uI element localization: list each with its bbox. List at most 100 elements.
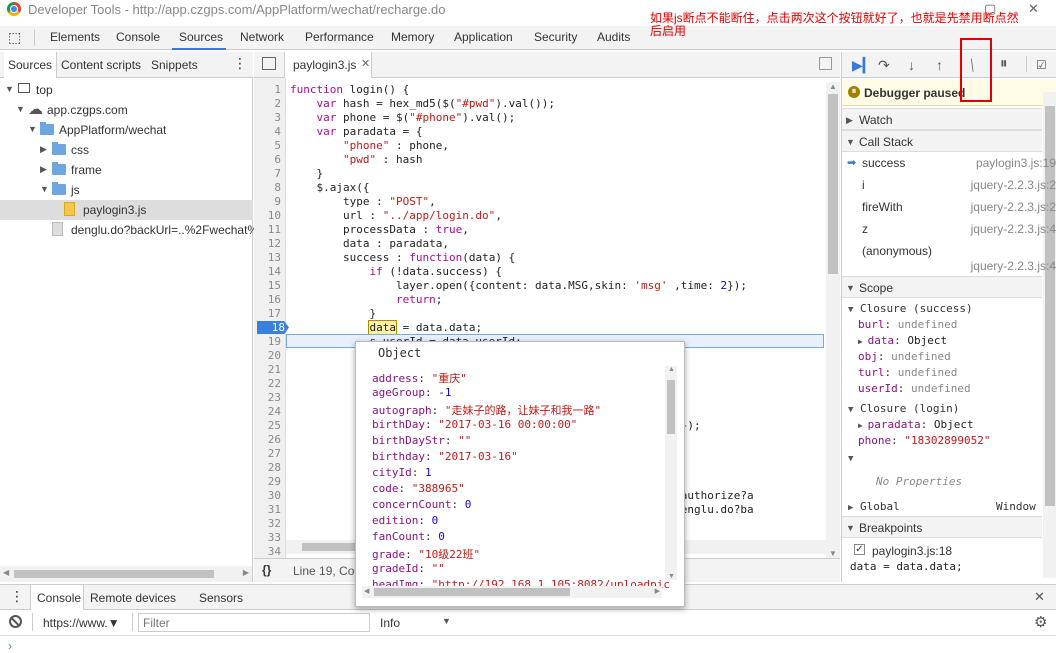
line-number[interactable]: 10 [268, 209, 281, 222]
code-line[interactable]: "pwd" : hash [290, 153, 422, 166]
tab-snippets[interactable]: Snippets [151, 58, 198, 72]
line-number[interactable]: 15 [268, 279, 281, 292]
resume-icon[interactable]: ▶▎ [852, 57, 874, 74]
frame-location[interactable]: paylogin3.js:19 [976, 156, 1056, 170]
line-number[interactable]: 24 [268, 405, 281, 418]
line-number[interactable]: 25 [268, 419, 281, 432]
tree-item-js[interactable]: ▼ js [0, 180, 253, 200]
property-row[interactable]: fanCount: 0 [372, 530, 445, 543]
tab-elements[interactable]: Elements [50, 30, 100, 44]
more-options-icon[interactable]: ⋮ [233, 55, 247, 72]
tree-item-top[interactable]: ▼ top [0, 80, 253, 100]
line-number[interactable]: 7 [274, 167, 281, 180]
scope-variable[interactable]: userId: undefined [858, 382, 971, 395]
tab-audits[interactable]: Audits [597, 30, 630, 44]
code-line[interactable]: type : "POST", [290, 195, 436, 208]
property-row[interactable]: code: "388965" [372, 482, 465, 495]
code-line[interactable]: function login() { [290, 83, 409, 96]
line-number[interactable]: 4 [274, 125, 281, 138]
code-line[interactable]: data = data.data; [290, 320, 482, 335]
drawer-menu-icon[interactable]: ⋮ [10, 588, 24, 605]
scope-closure-login[interactable]: ▼ Closure (login) [848, 402, 959, 415]
tree-item-css[interactable]: ▶ css [0, 140, 253, 160]
step-over-icon[interactable]: ↷ [878, 57, 890, 74]
tree-item-denglu[interactable]: denglu.do?backUrl=..%2Fwechat% [0, 220, 258, 240]
inspect-icon[interactable]: ⬚ [8, 29, 21, 46]
step-out-icon[interactable]: ↑ [936, 57, 943, 73]
frame-location[interactable]: jquery-2.2.3.js:2 [971, 200, 1056, 214]
async-checkbox[interactable]: ☑ [1036, 58, 1047, 72]
property-row[interactable]: concernCount: 0 [372, 498, 471, 511]
frame-location[interactable]: jquery-2.2.3.js:4 [971, 259, 1056, 273]
code-line[interactable]: $.ajax({ [290, 181, 369, 194]
scope-closure-success[interactable]: ▼ Closure (success) [848, 302, 973, 315]
popover-vscrollbar[interactable]: ▲ ▼ [665, 366, 677, 580]
line-number[interactable]: 28 [268, 461, 281, 474]
call-frame[interactable]: i jquery-2.2.3.js:2 [842, 178, 1056, 200]
pretty-print-icon[interactable]: {} [262, 563, 271, 577]
line-number[interactable]: 33 [268, 531, 281, 544]
tab-sources-nav[interactable]: Sources [4, 52, 58, 78]
tree-item-paylogin3[interactable]: paylogin3.js [0, 200, 253, 220]
expand-local-icon[interactable]: ▼ [848, 454, 853, 464]
pause-on-exceptions-icon[interactable]: ⏸ [1000, 55, 1008, 72]
file-tab-paylogin3[interactable]: paylogin3.js ✕ [284, 52, 372, 78]
line-number[interactable]: 23 [268, 391, 281, 404]
line-number[interactable]: 3 [274, 111, 281, 124]
tab-performance[interactable]: Performance [305, 30, 374, 44]
breakpoint-marker[interactable]: 18 [257, 321, 289, 334]
code-line[interactable]: var phone = $("#phone").val(); [290, 111, 516, 124]
editor-vscrollbar[interactable]: ▲ ▼ [826, 82, 840, 558]
property-row[interactable]: cityId: 1 [372, 466, 432, 479]
code-line[interactable]: } [290, 167, 323, 180]
tab-sources[interactable]: Sources [179, 30, 223, 44]
console-prompt-icon[interactable]: › [8, 639, 12, 653]
line-number[interactable]: 31 [268, 503, 281, 516]
drawer-tab-remote-devices[interactable]: Remote devices [90, 591, 176, 605]
tab-content-scripts[interactable]: Content scripts [61, 58, 141, 72]
code-line[interactable]: return; [290, 293, 442, 306]
tab-application[interactable]: Application [454, 30, 513, 44]
line-number[interactable]: 16 [268, 293, 281, 306]
code-line[interactable]: var paradata = { [290, 125, 423, 138]
line-number[interactable]: 14 [268, 265, 281, 278]
frame-location[interactable]: jquery-2.2.3.js:2 [971, 178, 1056, 192]
code-line[interactable]: success : function(data) { [290, 251, 515, 264]
tree-item-folder-wechat[interactable]: ▼ AppPlatform/wechat [0, 120, 253, 140]
property-row[interactable]: birthDayStr: "" [372, 434, 471, 447]
scope-variable[interactable]: turl: undefined [858, 366, 957, 379]
scope-variable[interactable]: obj: undefined [858, 350, 951, 363]
section-scope[interactable]: ▼ Scope [842, 276, 1042, 298]
call-frame[interactable]: z jquery-2.2.3.js:4 [842, 222, 1056, 244]
line-number[interactable]: 20 [268, 349, 281, 362]
tab-memory[interactable]: Memory [391, 30, 434, 44]
section-breakpoints[interactable]: ▼ Breakpoints [842, 516, 1042, 538]
line-number[interactable]: 9 [274, 195, 281, 208]
close-window-icon[interactable]: ✕ [1028, 1, 1039, 17]
tab-console[interactable]: Console [116, 30, 160, 44]
code-line[interactable]: data : paradata, [290, 237, 449, 250]
tree-item-frame[interactable]: ▶ frame [0, 160, 253, 180]
scope-global[interactable]: ▶ Global [848, 500, 900, 513]
property-row[interactable]: ageGroup: -1 [372, 386, 451, 399]
toggle-debugger-icon[interactable] [819, 57, 832, 70]
property-row[interactable]: grade: "10级22班" [372, 546, 480, 562]
line-number[interactable]: 26 [268, 433, 281, 446]
line-number[interactable]: 13 [268, 251, 281, 264]
line-number[interactable]: 27 [268, 447, 281, 460]
tab-security[interactable]: Security [534, 30, 577, 44]
line-number[interactable]: 30 [268, 489, 281, 502]
popover-hscrollbar[interactable]: ◀ ▶ [362, 586, 662, 598]
line-number[interactable]: 1 [274, 83, 281, 96]
step-into-icon[interactable]: ↓ [908, 57, 915, 73]
call-frame[interactable]: fireWith jquery-2.2.3.js:2 [842, 200, 1056, 222]
scope-variable[interactable]: ▶ paradata: Object [858, 418, 974, 431]
console-settings-icon[interactable]: ⚙ [1034, 613, 1047, 631]
scope-variable[interactable]: phone: "18302899052" [858, 434, 990, 447]
line-number[interactable]: 17 [268, 307, 281, 320]
property-row[interactable]: address: "重庆" [372, 370, 467, 386]
clear-console-icon[interactable] [9, 615, 22, 628]
line-number[interactable]: 22 [268, 377, 281, 390]
line-number[interactable]: 19 [268, 335, 281, 348]
line-number[interactable]: 32 [268, 517, 281, 530]
